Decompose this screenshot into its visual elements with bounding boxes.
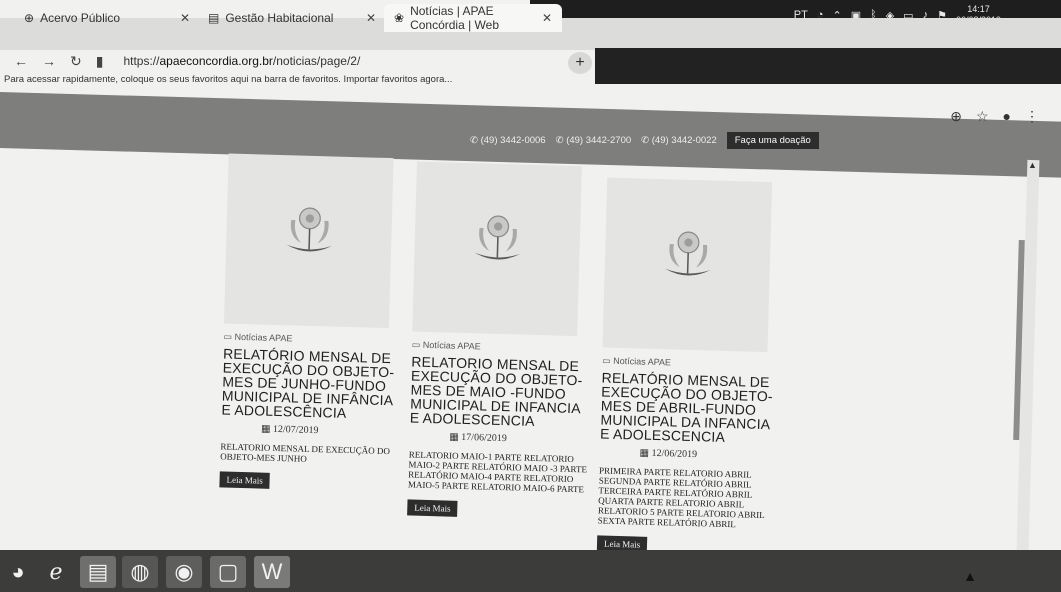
news-category[interactable]: ▭ Notícias APAE xyxy=(412,339,592,355)
tab-noticias[interactable]: ❀ Notícias | APAE Concórdia | Web ✕ xyxy=(384,4,562,32)
url-field[interactable]: https://apaeconcordia.org.br/noticias/pa… xyxy=(123,54,360,68)
calendar-icon: ▦ xyxy=(449,431,462,443)
read-more-button[interactable]: Leia Mais xyxy=(219,471,271,489)
taskbar-file-explorer[interactable]: ▤ xyxy=(80,556,116,588)
phone-1-number: (49) 3442-0006 xyxy=(480,135,546,146)
read-more-button[interactable]: Leia Mais xyxy=(407,499,458,517)
news-title[interactable]: RELATÓRIO MENSAL DE EXECUÇÃO DO OBJETO-M… xyxy=(600,369,782,445)
news-date: ▦ 12/07/2019 xyxy=(261,424,401,439)
news-excerpt: RELATORIO MENSAL DE EXECUÇÃO DO OBJETO-M… xyxy=(220,441,391,464)
app-icon: ◍ xyxy=(130,559,150,584)
news-card: ▭ Notícias APAE RELATÓRIO MENSAL DE EXEC… xyxy=(219,153,408,493)
folder-icon: ▤ xyxy=(87,559,109,584)
taskbar-ie[interactable]: ℯ xyxy=(38,556,74,588)
folder-icon: ▭ xyxy=(411,339,424,350)
taskbar-app-2[interactable]: ▢ xyxy=(210,556,246,588)
news-thumbnail[interactable] xyxy=(412,161,582,337)
taskbar-chrome[interactable]: ◉ xyxy=(166,556,202,588)
document-icon: ▤ xyxy=(208,11,220,25)
folder-icon: ▭ xyxy=(602,355,614,366)
news-date-text: 12/07/2019 xyxy=(272,423,319,437)
news-category-label: Notícias APAE xyxy=(422,339,481,352)
scroll-up-arrow-icon[interactable]: ▲ xyxy=(1028,160,1037,170)
news-title[interactable]: RELATÓRIO MENSAL DE EXECUÇÃO DO OBJETO-M… xyxy=(221,345,403,421)
back-icon[interactable]: ← xyxy=(14,53,28,69)
news-date-text: 17/06/2019 xyxy=(461,431,507,445)
tab-label: Gestão Habitacional xyxy=(225,11,334,25)
zoom-icon[interactable]: ⊕ xyxy=(950,108,962,125)
contact-list: ✆ (49) 3442-0006 ✆ (49) 3442-2700 ✆ (49)… xyxy=(470,132,819,149)
news-thumbnail[interactable] xyxy=(602,177,773,353)
phone-2[interactable]: ✆ (49) 3442-2700 xyxy=(556,135,632,146)
news-title[interactable]: RELATORIO MENSAL DE EXECUÇÃO DO OBJETO-M… xyxy=(410,353,592,429)
news-thumbnail[interactable] xyxy=(223,153,394,329)
apae-flower-logo xyxy=(285,207,332,252)
tab-label: Acervo Público xyxy=(40,11,121,25)
favicon-icon: ❀ xyxy=(394,11,405,25)
news-category[interactable]: ▭ Notícias APAE xyxy=(223,331,403,347)
window-icon: ▢ xyxy=(217,559,239,584)
folder-icon: ▭ xyxy=(223,331,235,342)
news-date-text: 12/06/2019 xyxy=(651,447,698,461)
close-icon[interactable]: ✕ xyxy=(180,11,190,25)
tab-gestao[interactable]: ▤ Gestão Habitacional ✕ xyxy=(198,4,386,32)
url-prefix: https:// xyxy=(123,54,160,68)
windows-icon: ◕ xyxy=(11,559,25,584)
lock-icon: ▮ xyxy=(95,52,104,69)
apae-flower-logo xyxy=(474,215,520,260)
menu-icon[interactable]: ⋮ xyxy=(1025,108,1039,125)
tab-label: Notícias | APAE Concórdia | Web xyxy=(410,4,500,32)
taskbar-word[interactable]: W xyxy=(254,556,290,588)
news-category-label: Notícias APAE xyxy=(613,355,672,368)
news-excerpt: PRIMEIRA PARTE RELATORIO ABRIL SEGUNDA P… xyxy=(597,465,765,530)
taskbar-app[interactable]: ◍ xyxy=(122,556,158,588)
forward-icon[interactable]: → xyxy=(42,53,56,69)
word-icon: W xyxy=(261,559,283,584)
donate-button[interactable]: Faça uma doação xyxy=(726,132,819,149)
windows-taskbar xyxy=(0,550,1061,592)
start-button[interactable]: ◕ xyxy=(0,556,36,588)
calendar-icon: ▦ xyxy=(260,423,274,435)
news-excerpt: RELATORIO MAIO-1 PARTE RELATORIO MAIO-2 … xyxy=(407,449,588,495)
browser-actions: ⊕ ☆ ● ⋮ xyxy=(950,108,1039,125)
phone-3[interactable]: ✆ (49) 3442-0022 xyxy=(641,135,717,146)
news-card: ▭ Notícias APAE RELATORIO MENSAL DE EXEC… xyxy=(407,161,597,521)
star-icon[interactable]: ☆ xyxy=(976,108,989,125)
news-category-label: Notícias APAE xyxy=(234,331,293,344)
close-icon[interactable]: ✕ xyxy=(542,11,552,25)
tray-overflow-icon[interactable]: ▲ xyxy=(963,568,977,584)
window-titlebar-dark xyxy=(595,48,1061,84)
news-date: ▦ 17/06/2019 xyxy=(449,432,589,447)
globe-icon: ⊕ xyxy=(24,11,35,25)
url-path: /noticias/page/2/ xyxy=(272,54,361,68)
phone-icon: ✆ xyxy=(555,135,567,146)
apae-flower-logo xyxy=(664,231,710,276)
reload-icon[interactable]: ↻ xyxy=(70,53,82,70)
phone-3-number: (49) 3442-0022 xyxy=(651,135,717,146)
internet-explorer-icon: ℯ xyxy=(49,559,63,584)
news-category[interactable]: ▭ Notícias APAE xyxy=(602,355,782,371)
clock-time: 14:17 xyxy=(967,4,990,14)
news-card: ▭ Notícias APAE RELATÓRIO MENSAL DE EXEC… xyxy=(596,177,787,557)
address-bar: ← → ↻ ▮ https://apaeconcordia.org.br/not… xyxy=(0,48,600,74)
news-date: ▦ 12/06/2019 xyxy=(639,448,779,463)
phone-1[interactable]: ✆ (49) 3442-0006 xyxy=(470,135,546,146)
url-host: apaeconcordia.org.br xyxy=(159,54,273,68)
close-icon[interactable]: ✕ xyxy=(366,11,376,25)
profile-icon[interactable]: ● xyxy=(1003,108,1011,125)
chrome-icon: ◉ xyxy=(174,559,194,584)
calendar-icon: ▦ xyxy=(639,447,652,459)
bookmark-bar-hint[interactable]: Para acessar rapidamente, coloque os seu… xyxy=(4,74,604,85)
tab-acervo[interactable]: ⊕ Acervo Público ✕ xyxy=(14,4,200,32)
phone-icon: ✆ xyxy=(470,135,481,146)
phone-icon: ✆ xyxy=(641,135,652,146)
phone-2-number: (49) 3442-2700 xyxy=(566,135,632,146)
